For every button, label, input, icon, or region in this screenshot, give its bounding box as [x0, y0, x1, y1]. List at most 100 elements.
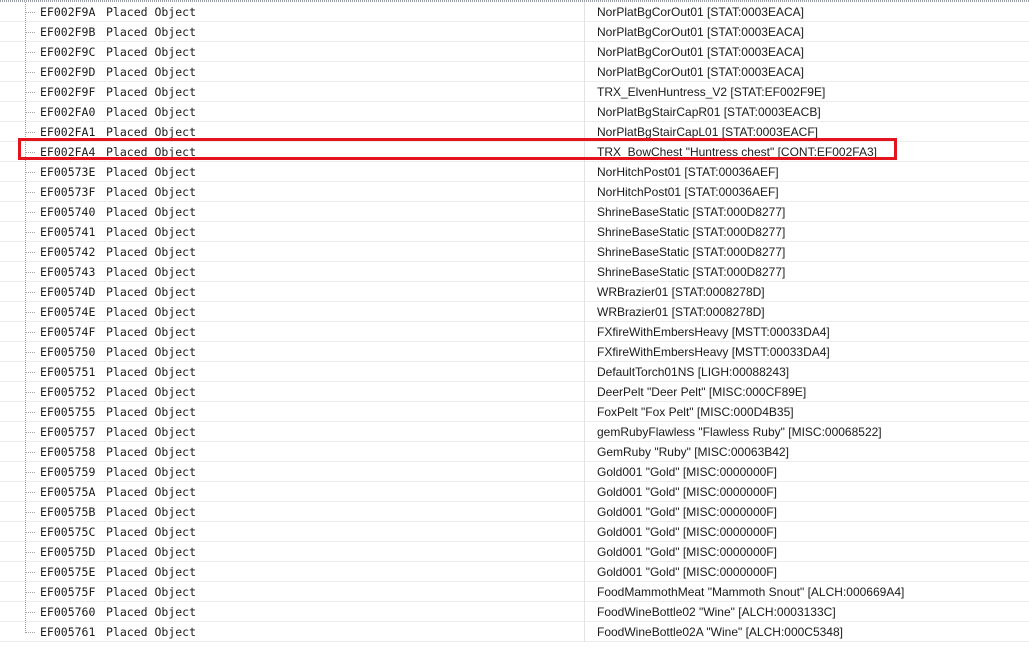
- column-divider: [584, 442, 585, 462]
- tree-branch-line: [26, 152, 36, 153]
- record-value: Gold001 "Gold" [MISC:0000000F]: [597, 505, 777, 519]
- column-divider: [584, 182, 585, 202]
- table-row[interactable]: EF005743 Placed Object ShrineBaseStatic [S…: [0, 262, 1029, 282]
- column-divider: [584, 242, 585, 262]
- tree-branch-line: [26, 32, 36, 33]
- tree-branch-line: [26, 232, 36, 233]
- tree-branch-line: [26, 532, 36, 533]
- table-row[interactable]: EF005740 Placed Object ShrineBaseStatic [S…: [0, 202, 1029, 222]
- tree-branch-line: [26, 552, 36, 553]
- table-row[interactable]: EF005752 Placed Object DeerPelt "Deer Pelt…: [0, 382, 1029, 402]
- column-divider: [584, 302, 585, 322]
- record-formid: EF005761: [40, 625, 96, 639]
- record-type: Placed Object: [106, 585, 197, 599]
- table-row[interactable]: EF005758 Placed Object GemRuby "Ruby" [MIS…: [0, 442, 1029, 462]
- tree-branch-line: [26, 112, 36, 113]
- table-row[interactable]: EF005742 Placed Object ShrineBaseStatic [S…: [0, 242, 1029, 262]
- record-type: Placed Object: [106, 345, 197, 359]
- table-row[interactable]: EF00575E Placed Object Gold001 "Gold" [MIS…: [0, 562, 1029, 582]
- record-value: TRX_BowChest "Huntress chest" [CONT:EF00…: [597, 145, 877, 159]
- column-divider: [584, 362, 585, 382]
- record-type: Placed Object: [106, 565, 197, 579]
- table-row[interactable]: EF00573E Placed Object NorHitchPost01 [STA…: [0, 162, 1029, 182]
- record-value: ShrineBaseStatic [STAT:000D8277]: [597, 245, 786, 259]
- record-value: FoodWineBottle02A "Wine" [ALCH:000C5348]: [597, 625, 843, 639]
- tree-branch-line: [26, 92, 36, 93]
- table-row[interactable]: EF002FA0 Placed Object NorPlatBgStairCapR0…: [0, 102, 1029, 122]
- column-divider: [584, 122, 585, 142]
- table-row[interactable]: EF00574F Placed Object FXfireWithEmbersHea…: [0, 322, 1029, 342]
- table-row[interactable]: EF002F9A Placed Object NorPlatBgCorOut01 […: [0, 2, 1029, 22]
- tree-branch-line: [26, 452, 36, 453]
- table-row[interactable]: EF00573F Placed Object NorHitchPost01 [STA…: [0, 182, 1029, 202]
- table-row[interactable]: EF00575C Placed Object Gold001 "Gold" [MIS…: [0, 522, 1029, 542]
- column-divider: [584, 562, 585, 582]
- record-value: DefaultTorch01NS [LIGH:00088243]: [597, 365, 790, 379]
- table-row[interactable]: EF002F9D Placed Object NorPlatBgCorOut01 […: [0, 62, 1029, 82]
- table-row[interactable]: EF00575F Placed Object FoodMammothMeat "Ma…: [0, 582, 1029, 602]
- record-value: DeerPelt "Deer Pelt" [MISC:000CF89E]: [597, 385, 807, 399]
- record-formid: EF002F9A: [40, 5, 96, 19]
- record-type: Placed Object: [106, 225, 197, 239]
- record-formid: EF00575E: [40, 565, 96, 579]
- column-divider: [584, 382, 585, 402]
- table-row[interactable]: EF00574D Placed Object WRBrazier01 [STAT:0…: [0, 282, 1029, 302]
- record-tree[interactable]: EF002F9A Placed Object NorPlatBgCorOut01 […: [0, 2, 1029, 642]
- record-value: Gold001 "Gold" [MISC:0000000F]: [597, 465, 777, 479]
- tree-branch-line: [26, 192, 36, 193]
- record-formid: EF002F9C: [40, 45, 96, 59]
- record-formid: EF002FA0: [40, 105, 96, 119]
- record-type: Placed Object: [106, 185, 197, 199]
- table-row[interactable]: EF005757 Placed Object gemRubyFlawless "Fl…: [0, 422, 1029, 442]
- record-formid: EF00574E: [40, 305, 96, 319]
- table-row[interactable]: EF005755 Placed Object FoxPelt "Fox Pelt" …: [0, 402, 1029, 422]
- column-divider: [584, 62, 585, 82]
- column-divider: [584, 222, 585, 242]
- record-formid: EF002F9D: [40, 65, 96, 79]
- column-divider: [584, 322, 585, 342]
- record-type: Placed Object: [106, 425, 197, 439]
- table-row[interactable]: EF002FA4 Placed Object TRX_BowChest "Huntr…: [0, 142, 1029, 162]
- record-type: Placed Object: [106, 125, 197, 139]
- table-row[interactable]: EF005761 Placed Object FoodWineBottle02A "…: [0, 622, 1029, 642]
- table-row[interactable]: EF002F9B Placed Object NorPlatBgCorOut01 […: [0, 22, 1029, 42]
- record-value: Gold001 "Gold" [MISC:0000000F]: [597, 525, 777, 539]
- table-row[interactable]: EF00575A Placed Object Gold001 "Gold" [MIS…: [0, 482, 1029, 502]
- table-row[interactable]: EF005750 Placed Object FXfireWithEmbersHea…: [0, 342, 1029, 362]
- record-formid: EF002F9F: [40, 85, 96, 99]
- record-value: NorPlatBgCorOut01 [STAT:0003EACA]: [597, 45, 804, 59]
- table-row[interactable]: EF00575D Placed Object Gold001 "Gold" [MIS…: [0, 542, 1029, 562]
- record-formid: EF002FA1: [40, 125, 96, 139]
- tree-branch-line: [26, 612, 36, 613]
- table-row[interactable]: EF00575B Placed Object Gold001 "Gold" [MIS…: [0, 502, 1029, 522]
- tree-branch-line: [26, 212, 36, 213]
- record-formid: EF005751: [40, 365, 96, 379]
- record-formid: EF005743: [40, 265, 96, 279]
- record-value: gemRubyFlawless "Flawless Ruby" [MISC:00…: [597, 425, 882, 439]
- table-row[interactable]: EF002FA1 Placed Object NorPlatBgStairCapL0…: [0, 122, 1029, 142]
- record-type: Placed Object: [106, 145, 197, 159]
- record-value: TRX_ElvenHuntress_V2 [STAT:EF002F9E]: [597, 85, 826, 99]
- tree-branch-line: [26, 332, 36, 333]
- record-type: Placed Object: [106, 505, 197, 519]
- table-row[interactable]: EF002F9F Placed Object TRX_ElvenHuntress_V…: [0, 82, 1029, 102]
- record-value: FoxPelt "Fox Pelt" [MISC:000D4B35]: [597, 405, 794, 419]
- table-row[interactable]: EF005759 Placed Object Gold001 "Gold" [MIS…: [0, 462, 1029, 482]
- record-type: Placed Object: [106, 25, 197, 39]
- table-row[interactable]: EF005751 Placed Object DefaultTorch01NS [L…: [0, 362, 1029, 382]
- column-divider: [584, 82, 585, 102]
- record-formid: EF005742: [40, 245, 96, 259]
- table-row[interactable]: EF002F9C Placed Object NorPlatBgCorOut01 […: [0, 42, 1029, 62]
- record-formid: EF00575A: [40, 485, 96, 499]
- record-value: ShrineBaseStatic [STAT:000D8277]: [597, 265, 786, 279]
- table-row[interactable]: EF005741 Placed Object ShrineBaseStatic [S…: [0, 222, 1029, 242]
- record-formid: EF00573F: [40, 185, 96, 199]
- record-type: Placed Object: [106, 165, 197, 179]
- record-type: Placed Object: [106, 245, 197, 259]
- column-divider: [584, 622, 585, 642]
- tree-branch-line: [26, 392, 36, 393]
- table-row[interactable]: EF005760 Placed Object FoodWineBottle02 "W…: [0, 602, 1029, 622]
- table-row[interactable]: EF00574E Placed Object WRBrazier01 [STAT:0…: [0, 302, 1029, 322]
- column-divider: [584, 582, 585, 602]
- record-formid: EF00575F: [40, 585, 96, 599]
